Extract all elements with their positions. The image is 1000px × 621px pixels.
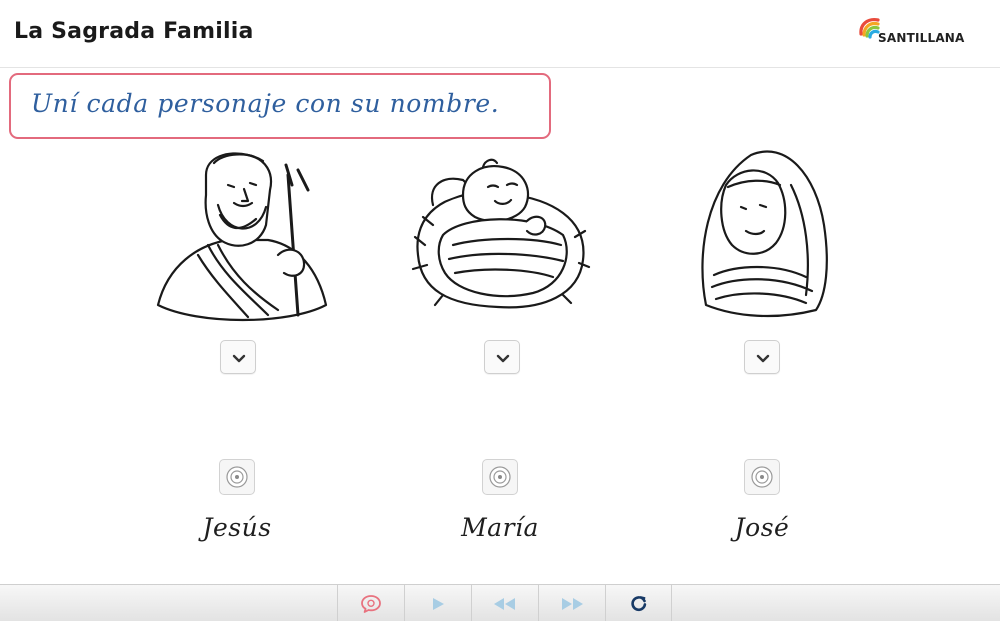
play-icon: [433, 597, 444, 610]
reset-button[interactable]: [605, 585, 672, 621]
fast-forward-button[interactable]: [538, 585, 605, 621]
dropdown-joseph[interactable]: [220, 340, 256, 374]
baby-jesus-icon: [411, 158, 591, 309]
name-label-maria: María: [461, 513, 539, 542]
rewind-icon: [494, 597, 515, 610]
instruction-text: Uní cada personaje con su nombre.: [31, 89, 500, 118]
target-point-jesus[interactable]: [219, 459, 255, 495]
dropdown-mary[interactable]: [744, 340, 780, 374]
feedback-icon: [361, 594, 381, 613]
target-point-maria[interactable]: [482, 459, 518, 495]
target-icon: [489, 466, 511, 488]
feedback-button[interactable]: [337, 585, 404, 621]
target-icon: [226, 466, 248, 488]
play-button[interactable]: [404, 585, 471, 621]
dropdown-baby-jesus[interactable]: [484, 340, 520, 374]
name-label-jose: José: [734, 513, 790, 542]
mary-icon: [701, 150, 828, 318]
chevron-down-icon: [756, 354, 770, 363]
santillana-swirl-icon: [859, 18, 880, 39]
fast-forward-icon: [562, 597, 583, 610]
target-icon: [751, 466, 773, 488]
chevron-down-icon: [496, 354, 510, 363]
app-header: La Sagrada Familia SANTILLANA: [0, 0, 1000, 68]
joseph-icon: [156, 152, 328, 322]
joseph-illustration: [148, 145, 338, 325]
santillana-logo: SANTILLANA: [858, 14, 996, 54]
instruction-box: Uní cada personaje con su nombre.: [9, 73, 551, 139]
brand-name: SANTILLANA: [878, 31, 965, 45]
rewind-button[interactable]: [471, 585, 538, 621]
target-point-jose[interactable]: [744, 459, 780, 495]
bottom-toolbar: [0, 584, 1000, 621]
reset-icon: [630, 595, 646, 611]
baby-jesus-illustration: [403, 145, 593, 325]
name-label-jesus: Jesús: [202, 513, 272, 542]
chevron-down-icon: [232, 354, 246, 363]
page-title: La Sagrada Familia: [14, 19, 254, 44]
mary-illustration: [666, 145, 856, 325]
